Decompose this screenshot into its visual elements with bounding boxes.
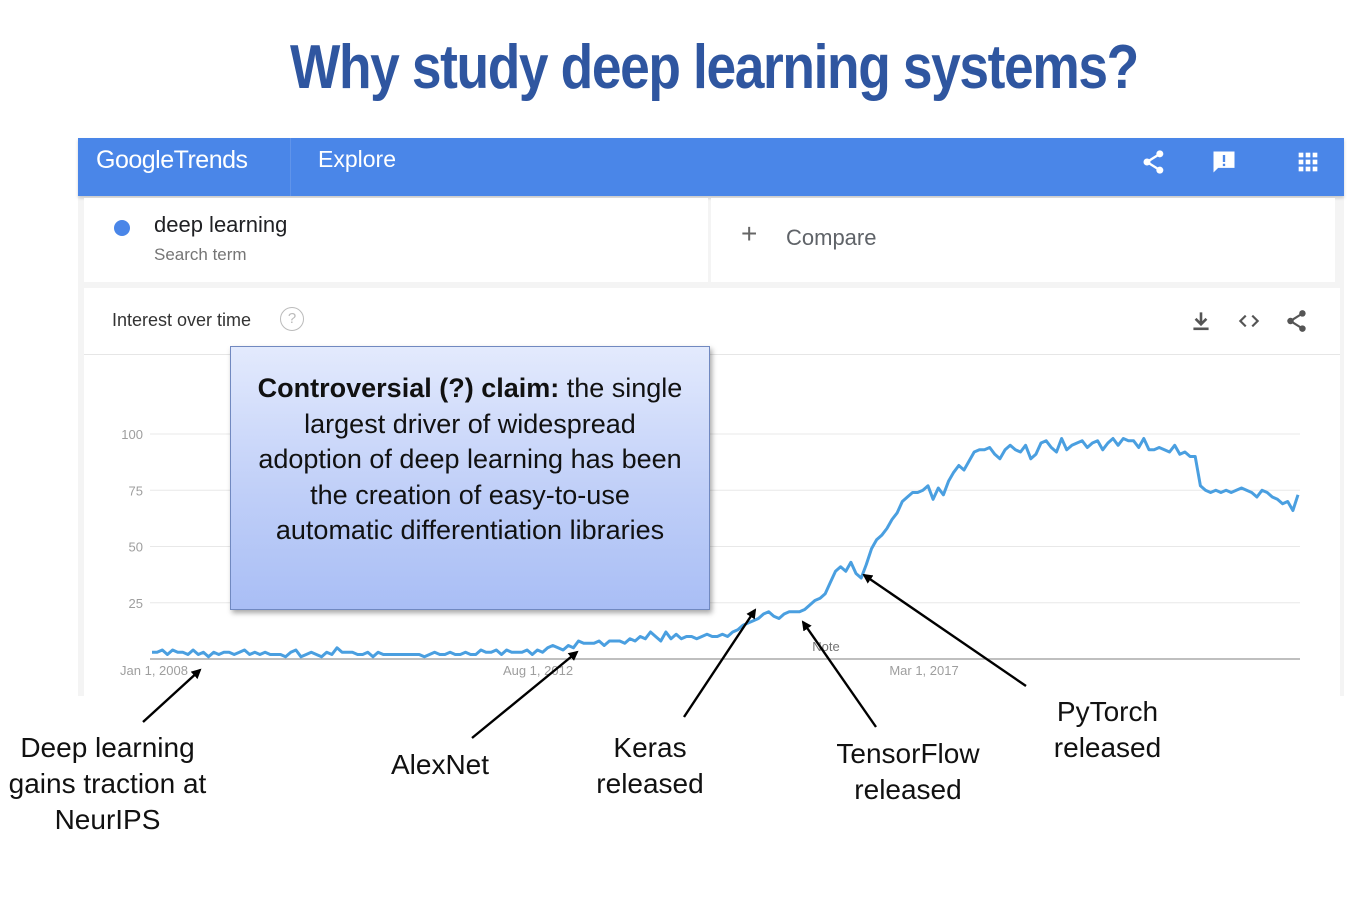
annotation-alexnet: AlexNet	[390, 749, 490, 780]
claim-callout: Controversial (?) claim: the single larg…	[230, 346, 710, 610]
annotation-pytorch: PyTorch released	[1053, 696, 1162, 763]
arrow-tensorflow	[801, 620, 877, 728]
y-tick-label: 50	[129, 540, 143, 555]
annotation-neurips: Deep learning gains traction at NeurIPS	[8, 732, 207, 835]
y-tick-label: 75	[129, 483, 143, 498]
y-tick-label: 100	[121, 427, 143, 442]
x-tick-label: Mar 1, 2017	[889, 663, 958, 678]
annotation-keras: Keras released	[596, 732, 704, 799]
arrow-keras	[683, 608, 757, 718]
claim-bold: Controversial (?) claim:	[257, 373, 560, 403]
y-tick-label: 25	[129, 596, 143, 611]
annotation-tensorflow: TensorFlow released	[836, 738, 980, 805]
x-tick-label: Jan 1, 2008	[120, 663, 188, 678]
